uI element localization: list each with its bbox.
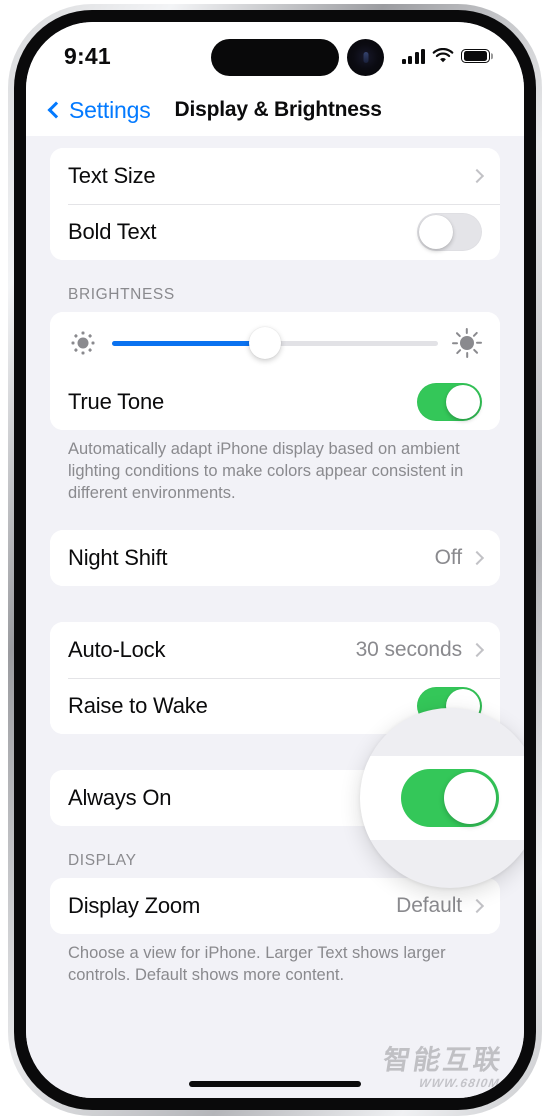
row-text-size[interactable]: Text Size — [50, 148, 500, 204]
chevron-right-icon — [469, 168, 485, 184]
sun-small-icon — [68, 328, 98, 358]
group-footer-brightness: Automatically adapt iPhone display based… — [68, 440, 464, 502]
chevron-right-icon — [469, 643, 485, 658]
group-brightness: True Tone — [50, 312, 500, 430]
wifi-icon — [432, 48, 454, 63]
row-label: Bold Text — [68, 219, 157, 244]
row-label: True Tone — [68, 389, 165, 414]
status-bar-indicators — [401, 42, 493, 64]
settings-list[interactable]: Text Size Bold Text BRIGHTNESS True Tone… — [26, 136, 524, 1098]
group-footer-display: Choose a view for iPhone. Larger Text sh… — [68, 944, 446, 985]
row-label: Night Shift — [68, 545, 168, 571]
navigation-bar: Settings Display & Brightness — [26, 84, 524, 136]
row-true-tone[interactable]: True Tone — [50, 374, 500, 430]
group-night-shift: Night Shift Off — [50, 530, 500, 587]
home-indicator[interactable] — [189, 1081, 361, 1087]
brightness-slider-thumb[interactable] — [249, 327, 282, 359]
row-label: Display Zoom — [68, 893, 201, 919]
phone-frame: 9:41 Settings Display & Brightness Text … — [8, 4, 542, 1116]
magnified-always-on-toggle[interactable] — [400, 769, 499, 828]
phone-screen: 9:41 Settings Display & Brightness Text … — [26, 22, 524, 1098]
chevron-right-icon — [469, 899, 485, 914]
row-value: 30 seconds — [355, 638, 463, 662]
row-display-zoom[interactable]: Display Zoom Default — [50, 878, 500, 935]
group-text: Text Size Bold Text — [50, 148, 500, 260]
page-title: Display & Brightness — [174, 98, 382, 121]
brightness-slider-track[interactable] — [112, 327, 438, 359]
group-header-brightness: BRIGHTNESS — [68, 286, 175, 303]
row-label: Auto-Lock — [68, 637, 166, 663]
back-button-label: Settings — [69, 96, 151, 123]
cellular-bars-icon — [401, 48, 425, 64]
row-label: Text Size — [68, 163, 156, 188]
true-tone-toggle[interactable] — [417, 383, 482, 421]
chevron-right-icon — [469, 551, 485, 566]
row-bold-text[interactable]: Bold Text — [50, 204, 500, 260]
back-button[interactable]: Settings — [47, 96, 151, 124]
row-label: Raise to Wake — [68, 693, 208, 719]
phone-bezel: 9:41 Settings Display & Brightness Text … — [14, 10, 536, 1110]
dynamic-island — [211, 39, 339, 76]
chevron-left-icon — [47, 101, 65, 119]
status-bar-time: 9:41 — [64, 42, 111, 69]
sun-large-icon — [452, 328, 482, 358]
battery-full-icon — [461, 48, 493, 64]
row-night-shift[interactable]: Night Shift Off — [50, 530, 500, 587]
row-auto-lock[interactable]: Auto-Lock 30 seconds — [50, 622, 500, 679]
brightness-slider-row[interactable] — [50, 312, 500, 374]
row-value: Off — [434, 546, 462, 570]
bold-text-toggle[interactable] — [417, 213, 482, 251]
row-value: Default — [396, 894, 462, 918]
group-display: Display Zoom Default — [50, 878, 500, 935]
front-camera-icon — [347, 39, 384, 76]
